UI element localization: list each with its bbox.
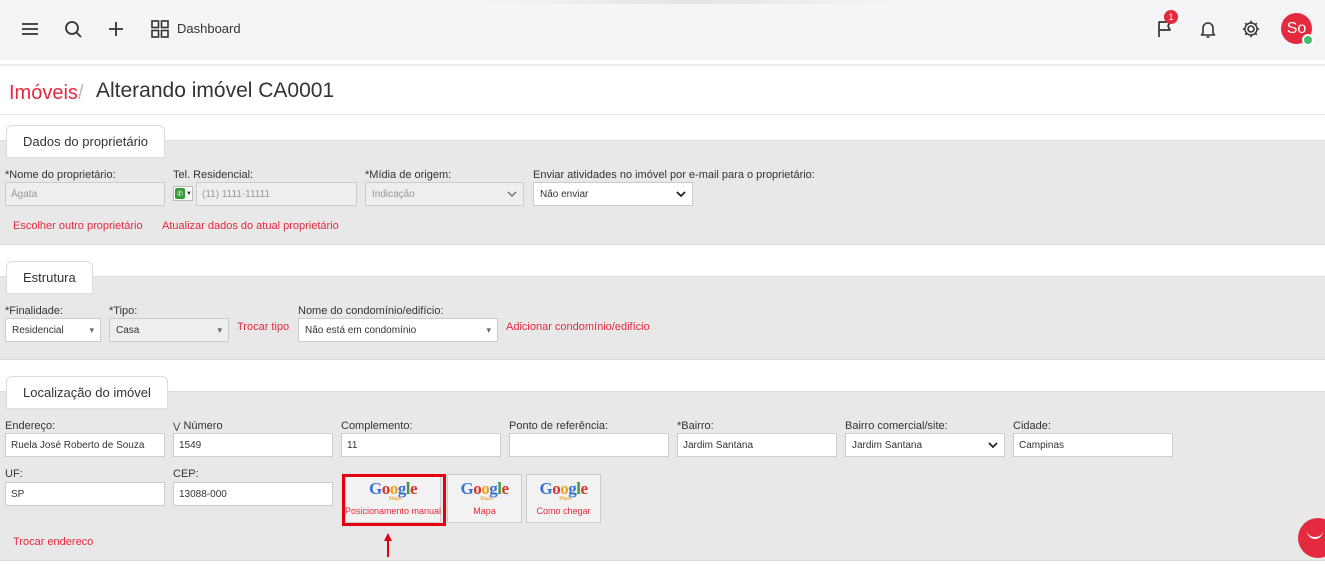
city-field[interactable]: Campinas xyxy=(1013,433,1173,457)
condo-select-value: Não está em condomínio xyxy=(305,324,417,336)
directions-button[interactable]: Google Maps Como chegar xyxy=(526,474,601,523)
owner-name-field[interactable]: Ágata xyxy=(5,182,165,206)
complement-label: Complemento: xyxy=(341,420,413,432)
owner-section-tab: Dados do proprietário xyxy=(6,125,166,157)
plus-icon[interactable] xyxy=(105,18,127,40)
location-section xyxy=(0,391,1325,561)
add-condo-link[interactable]: Adicionar condomínio/edifício xyxy=(506,321,650,333)
condo-select[interactable]: Não está em condomínio ▾ xyxy=(298,318,498,342)
state-field[interactable]: SP xyxy=(5,482,165,506)
chat-smile-icon xyxy=(1307,527,1323,539)
caret-down-icon: ▾ xyxy=(486,325,491,335)
media-select[interactable]: Indicação xyxy=(365,182,524,206)
commercial-district-select[interactable]: Jardim Santana xyxy=(845,433,1005,457)
notification-badge: 1 xyxy=(1164,10,1178,24)
bell-icon[interactable] xyxy=(1197,18,1219,40)
change-type-link[interactable]: Trocar tipo xyxy=(237,321,289,333)
menu-icon[interactable] xyxy=(19,18,41,40)
location-section-tab: Localização do imóvel xyxy=(6,376,168,408)
purpose-select[interactable]: Residencial ▾ xyxy=(5,318,101,342)
chevron-down-icon xyxy=(676,191,686,198)
online-status-dot xyxy=(1302,34,1314,46)
reference-field[interactable] xyxy=(509,433,669,457)
change-address-link[interactable]: Trocar endereco xyxy=(13,536,93,548)
zip-field[interactable]: 13088-000 xyxy=(173,482,333,506)
map-button[interactable]: Google Maps Mapa xyxy=(447,474,522,523)
owner-name-label: *Nome do proprietário: xyxy=(5,169,116,181)
complement-field[interactable]: 11 xyxy=(341,433,501,457)
email-activities-value: Não enviar xyxy=(540,188,589,200)
breadcrumb-imoveis[interactable]: Imóveis xyxy=(9,82,78,105)
address-field[interactable]: Ruela José Roberto de Souza xyxy=(5,433,165,457)
purpose-label: *Finalidade: xyxy=(5,305,64,317)
state-label: UF: xyxy=(5,468,23,480)
type-label: *Tipo: xyxy=(109,305,138,317)
choose-owner-link[interactable]: Escolher outro proprietário xyxy=(13,220,143,232)
media-label: *Mídia de origem: xyxy=(365,169,452,181)
address-label: Endereço: xyxy=(5,420,56,432)
phone-type-selector[interactable]: ✆ ▼ xyxy=(173,186,193,201)
breadcrumb-separator: / xyxy=(78,82,84,104)
update-owner-link[interactable]: Atualizar dados do atual proprietário xyxy=(162,220,339,232)
top-bar: Dashboard 1 So xyxy=(0,0,1325,60)
media-select-value: Indicação xyxy=(372,188,415,200)
city-label: Cidade: xyxy=(1013,420,1051,432)
type-select[interactable]: Casa ▾ xyxy=(109,318,229,342)
type-select-value: Casa xyxy=(116,324,140,336)
chevron-down-icon xyxy=(507,191,517,198)
number-field[interactable]: 1549 xyxy=(173,433,333,457)
purpose-select-value: Residencial xyxy=(12,324,64,336)
district-label: *Bairro: xyxy=(677,420,714,432)
double-chevron-down-icon: ⋁ xyxy=(173,421,181,431)
email-activities-label: Enviar atividades no imóvel por e-mail p… xyxy=(533,169,815,181)
google-maps-logo: Google xyxy=(460,479,509,498)
commercial-district-value: Jardim Santana xyxy=(852,439,923,451)
chevron-down-icon xyxy=(988,442,998,449)
reference-label: Ponto de referência: xyxy=(509,420,609,432)
structure-section-tab: Estrutura xyxy=(6,261,93,293)
top-divider xyxy=(0,64,1325,66)
district-field[interactable]: Jardim Santana xyxy=(677,433,837,457)
zip-label: CEP: xyxy=(173,468,199,480)
phone-icon: ✆ xyxy=(175,188,186,199)
top-glow xyxy=(480,0,900,4)
gear-icon[interactable] xyxy=(1240,18,1262,40)
phone-field[interactable]: (11) 1111-11111 xyxy=(196,182,357,206)
google-maps-logo: Google xyxy=(539,479,588,498)
dashboard-link[interactable]: Dashboard xyxy=(177,21,241,36)
caret-down-icon: ▾ xyxy=(217,325,222,335)
email-activities-select[interactable]: Não enviar xyxy=(533,182,693,206)
number-label: ⋁ Número xyxy=(173,420,223,432)
caret-down-icon: ▾ xyxy=(89,325,94,335)
caret-down-icon: ▼ xyxy=(186,190,192,197)
highlight-box xyxy=(342,474,446,526)
breadcrumb-divider xyxy=(0,114,1325,115)
page-title: Alterando imóvel CA0001 xyxy=(96,79,335,102)
phone-label: Tel. Residencial: xyxy=(173,169,254,181)
commercial-district-label: Bairro comercial/site: xyxy=(845,420,948,432)
grid-icon[interactable] xyxy=(149,18,171,40)
arrow-up-icon xyxy=(384,533,392,557)
search-icon[interactable] xyxy=(62,18,84,40)
condo-label: Nome do condomínio/edifício: xyxy=(298,305,444,317)
